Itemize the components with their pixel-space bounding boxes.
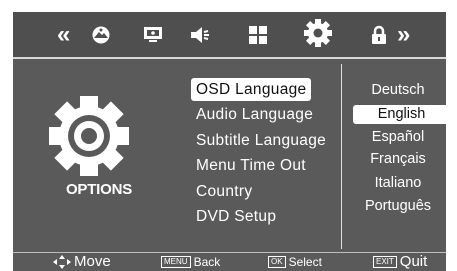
exit-key-icon: EXIT bbox=[373, 256, 397, 268]
top-menu-bar: « » bbox=[13, 12, 446, 57]
menu-item-dvd-setup[interactable]: DVD Setup bbox=[191, 205, 281, 228]
hint-back: MENU Back bbox=[161, 253, 220, 271]
language-option-english[interactable]: English bbox=[353, 105, 446, 124]
lock-icon[interactable] bbox=[371, 22, 387, 48]
hint-move-label: Move bbox=[74, 253, 111, 270]
hint-select-label: Select bbox=[288, 255, 322, 269]
double-chevron-right-glyph: » bbox=[397, 21, 411, 48]
speaker-icon[interactable] bbox=[190, 22, 212, 48]
double-chevron-left-glyph: « bbox=[57, 21, 71, 48]
footer-hints: Move MENU Back OK Select EXIT Quit bbox=[13, 253, 446, 271]
screen-icon[interactable] bbox=[143, 22, 163, 48]
grid-icon[interactable] bbox=[249, 22, 267, 48]
menu-item-audio-language[interactable]: Audio Language bbox=[191, 103, 318, 126]
hint-quit-label: Quit bbox=[399, 253, 428, 270]
options-title: OPTIONS bbox=[65, 181, 133, 198]
hint-select: OK Select bbox=[268, 253, 322, 271]
vertical-divider bbox=[341, 64, 342, 249]
language-option-portugues[interactable]: Português bbox=[348, 197, 446, 216]
menu-item-osd-language[interactable]: OSD Language bbox=[191, 78, 312, 101]
language-option-deutsch[interactable]: Deutsch bbox=[348, 81, 446, 100]
menu-item-subtitle-language[interactable]: Subtitle Language bbox=[191, 129, 331, 152]
language-option-francais[interactable]: Français bbox=[348, 150, 446, 169]
ok-key-icon: OK bbox=[268, 256, 286, 268]
language-option-italiano[interactable]: Italiano bbox=[348, 174, 446, 193]
hint-quit: EXIT Quit bbox=[373, 253, 427, 271]
top-divider bbox=[13, 57, 446, 59]
options-gear-icon bbox=[41, 88, 137, 189]
picture-mode-icon[interactable] bbox=[91, 22, 111, 48]
double-chevron-right-icon[interactable]: » bbox=[397, 21, 411, 48]
hint-back-label: Back bbox=[193, 255, 221, 269]
double-chevron-left-icon[interactable]: « bbox=[57, 21, 71, 48]
move-arrows-icon bbox=[53, 255, 71, 269]
menu-item-menu-time-out[interactable]: Menu Time Out bbox=[191, 154, 311, 177]
menu-item-country[interactable]: Country bbox=[191, 180, 257, 203]
gear-icon[interactable] bbox=[303, 19, 333, 47]
tv-osd-screen: « » OPTIONS OSD Language Audio Language … bbox=[13, 12, 446, 271]
hint-move: Move bbox=[53, 253, 111, 271]
language-option-espanol[interactable]: Español bbox=[348, 128, 446, 147]
menu-key-icon: MENU bbox=[161, 256, 191, 268]
